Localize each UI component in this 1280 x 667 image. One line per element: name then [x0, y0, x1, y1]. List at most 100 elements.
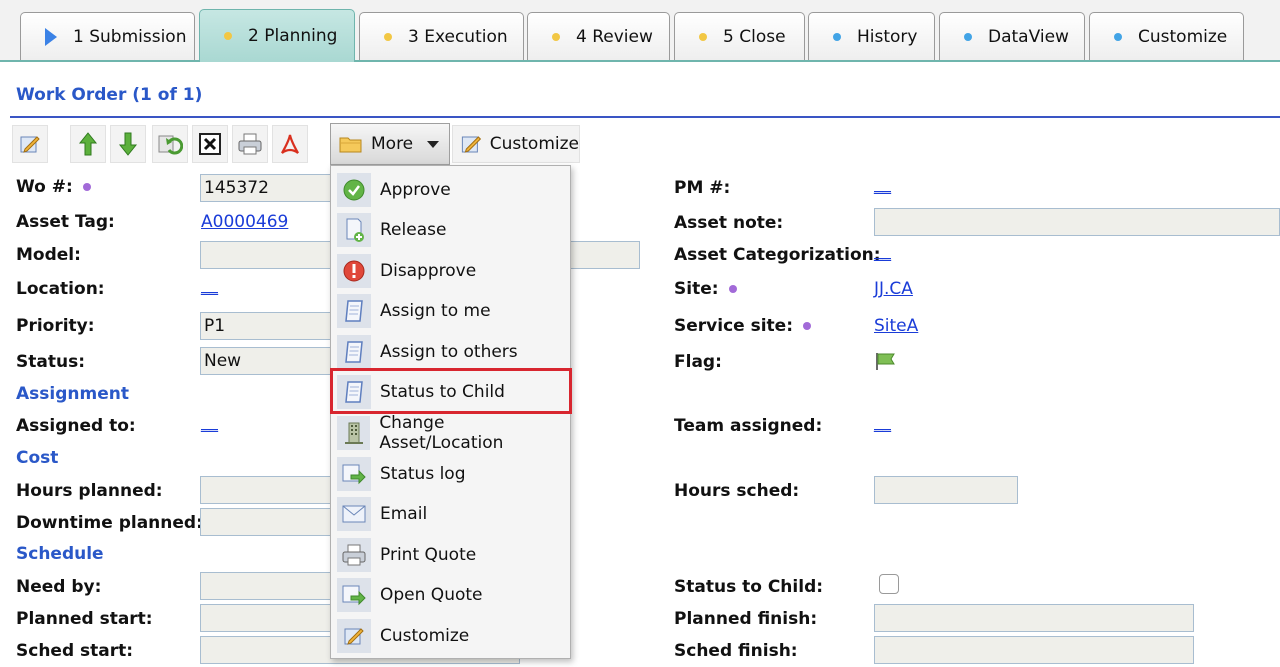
asset-tag-link[interactable]: A0000469 — [201, 212, 288, 232]
menu-item-customize[interactable]: Customize — [331, 616, 570, 656]
tab-review[interactable]: 4 Review — [527, 12, 670, 60]
need-by-field[interactable] — [200, 572, 340, 600]
scroll-icon — [337, 294, 371, 328]
hours-planned-field[interactable] — [200, 476, 340, 504]
customize-label: Customize — [489, 134, 579, 154]
service-site-label: Service site: — [674, 316, 811, 336]
more-dropdown-button[interactable]: More — [330, 123, 450, 165]
model-field[interactable] — [200, 241, 340, 269]
move-down-button[interactable] — [110, 125, 146, 163]
folder-icon — [339, 137, 362, 153]
tab-dataview[interactable]: DataView — [939, 12, 1085, 60]
menu-item-change-asset-location[interactable]: Change Asset/Location — [331, 413, 570, 453]
refresh-icon — [158, 135, 183, 155]
tab-bar: 1 Submission 2 Planning 3 Execution 4 Re… — [0, 0, 1280, 62]
status-dot-icon — [1114, 32, 1122, 41]
hours-sched-field[interactable] — [874, 476, 1018, 504]
assignment-section-heading: Assignment — [16, 384, 129, 404]
document-plus-icon — [337, 213, 371, 247]
assigned-to-link[interactable]: __ — [201, 413, 218, 433]
printer-icon — [238, 133, 262, 155]
asset-tag-label: Asset Tag: — [16, 212, 115, 232]
tab-history[interactable]: History — [808, 12, 935, 60]
menu-item-label: Assign to me — [380, 301, 491, 321]
tab-execution[interactable]: 3 Execution — [359, 12, 524, 60]
service-site-link[interactable]: SiteA — [874, 316, 918, 336]
menu-item-assign-to-others[interactable]: Assign to others — [331, 332, 570, 372]
building-icon — [337, 416, 371, 450]
status-label: Status: — [16, 352, 85, 372]
customize-button[interactable]: Customize — [452, 125, 580, 163]
menu-item-label: Disapprove — [380, 261, 477, 281]
pdf-icon — [281, 134, 299, 154]
envelope-icon — [337, 497, 371, 531]
arrow-right-icon — [337, 578, 371, 612]
pm-number-link[interactable]: __ — [874, 175, 891, 195]
menu-item-open-quote[interactable]: Open Quote — [331, 575, 570, 615]
scroll-icon — [337, 335, 371, 369]
menu-item-assign-to-me[interactable]: Assign to me — [331, 291, 570, 331]
status-field[interactable]: New — [200, 347, 340, 375]
tab-submission[interactable]: 1 Submission — [20, 12, 195, 60]
team-assigned-link[interactable]: __ — [874, 413, 891, 433]
model-label: Model: — [16, 245, 81, 265]
arrow-down-icon — [118, 132, 138, 156]
menu-item-approve[interactable]: Approve — [331, 170, 570, 210]
model-field-overflow[interactable] — [568, 241, 640, 269]
tab-label: 5 Close — [723, 26, 786, 47]
sched-finish-field[interactable] — [874, 636, 1194, 664]
arrow-up-icon — [78, 132, 98, 156]
schedule-section-heading: Schedule — [16, 544, 104, 564]
close-icon — [199, 133, 221, 155]
wo-number-field[interactable]: 145372 — [200, 174, 340, 202]
alert-circle-icon — [337, 254, 371, 288]
tab-label: DataView — [988, 26, 1069, 47]
pm-number-label: PM #: — [674, 178, 731, 198]
pdf-button[interactable] — [272, 125, 308, 163]
planned-finish-label: Planned finish: — [674, 609, 818, 629]
menu-item-print-quote[interactable]: Print Quote — [331, 535, 570, 575]
tab-label: 3 Execution — [408, 26, 508, 47]
wo-number-label: Wo #: — [16, 177, 91, 197]
planned-finish-field[interactable] — [874, 604, 1194, 632]
menu-item-release[interactable]: Release — [331, 210, 570, 250]
edit-button[interactable] — [12, 125, 48, 163]
priority-field[interactable]: P1 — [200, 312, 340, 340]
priority-label: Priority: — [16, 316, 95, 336]
printer-icon — [337, 538, 371, 572]
asset-note-field[interactable] — [874, 208, 1280, 236]
status-dot-icon — [224, 32, 232, 40]
menu-item-email[interactable]: Email — [331, 494, 570, 534]
location-link[interactable]: __ — [201, 276, 218, 296]
sched-start-label: Sched start: — [16, 641, 134, 661]
flag-icon[interactable] — [874, 351, 896, 371]
refresh-button[interactable] — [152, 125, 188, 163]
more-label: More — [371, 134, 414, 154]
menu-item-status-log[interactable]: Status log — [331, 454, 570, 494]
menu-item-disapprove[interactable]: Disapprove — [331, 251, 570, 291]
location-label: Location: — [16, 279, 105, 299]
tab-close[interactable]: 5 Close — [674, 12, 805, 60]
planned-start-label: Planned start: — [16, 609, 153, 629]
status-to-child-checkbox[interactable] — [879, 574, 899, 594]
print-button[interactable] — [232, 125, 268, 163]
tab-label: 2 Planning — [248, 26, 338, 46]
play-triangle-icon — [45, 27, 57, 46]
tab-customize[interactable]: Customize — [1089, 12, 1244, 60]
flag-label: Flag: — [674, 352, 722, 372]
check-circle-icon — [337, 173, 371, 207]
status-dot-icon — [833, 32, 841, 41]
site-label-text: Site: — [674, 279, 719, 299]
required-dot-icon — [803, 322, 811, 330]
asset-categorization-label: Asset Categorization: — [674, 245, 881, 265]
planned-start-field[interactable] — [200, 604, 340, 632]
edit-icon — [337, 619, 371, 653]
tab-label: 1 Submission — [73, 26, 187, 47]
delete-button[interactable] — [192, 125, 228, 163]
downtime-planned-field[interactable] — [200, 508, 340, 536]
move-up-button[interactable] — [70, 125, 106, 163]
site-link[interactable]: JJ.CA — [874, 279, 913, 299]
menu-item-label: Customize — [380, 626, 470, 646]
tab-planning[interactable]: 2 Planning — [199, 9, 355, 62]
asset-categorization-link[interactable]: __ — [874, 242, 891, 262]
